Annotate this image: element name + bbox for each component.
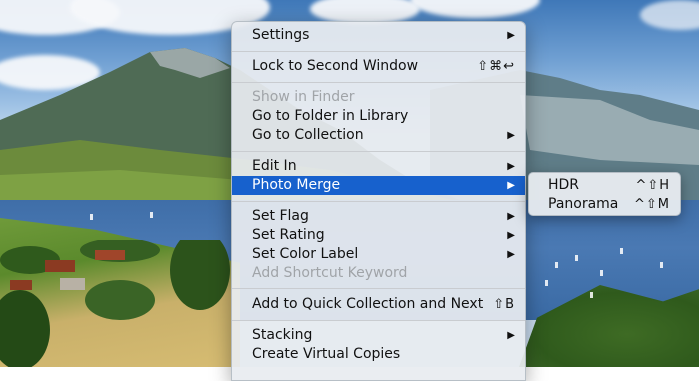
menu-item-label: Go to Folder in Library xyxy=(252,108,409,124)
menu-separator xyxy=(232,288,525,289)
menu-separator xyxy=(232,51,525,52)
menu-item-label: Create Virtual Copies xyxy=(252,346,401,362)
menu-item-lock-to-second-window[interactable]: Lock to Second Window ⇧⌘↩ xyxy=(232,57,525,76)
submenu-arrow-icon: ▶ xyxy=(507,180,515,191)
menu-item-photo-merge[interactable]: Photo Merge ▶ xyxy=(232,176,525,195)
submenu-item-shortcut: ^⇧H xyxy=(635,178,670,193)
menu-item-set-color-label[interactable]: Set Color Label ▶ xyxy=(232,245,525,264)
menu-item-shortcut: ⇧⌘↩ xyxy=(477,59,515,74)
submenu-arrow-icon: ▶ xyxy=(507,330,515,341)
menu-item-add-shortcut-keyword: Add Shortcut Keyword xyxy=(232,264,525,283)
submenu-arrow-icon: ▶ xyxy=(507,211,515,222)
menu-item-stacking[interactable]: Stacking ▶ xyxy=(232,326,525,345)
submenu-arrow-icon: ▶ xyxy=(507,230,515,241)
menu-item-label: Add Shortcut Keyword xyxy=(252,265,408,281)
submenu-item-panorama[interactable]: Panorama ^⇧M xyxy=(529,195,680,214)
menu-item-label: Set Flag xyxy=(252,208,309,224)
photo-merge-submenu: HDR ^⇧H Panorama ^⇧M xyxy=(528,172,681,216)
menu-item-add-to-quick-collection-and-next[interactable]: Add to Quick Collection and Next ⇧B xyxy=(232,295,525,314)
menu-item-label: Show in Finder xyxy=(252,89,355,105)
submenu-item-label: Panorama xyxy=(548,196,619,212)
menu-item-set-flag[interactable]: Set Flag ▶ xyxy=(232,207,525,226)
submenu-item-label: HDR xyxy=(548,177,580,193)
menu-item-label: Settings xyxy=(252,27,310,43)
menu-item-go-to-folder-in-library[interactable]: Go to Folder in Library xyxy=(232,107,525,126)
menu-item-label: Lock to Second Window xyxy=(252,58,419,74)
menu-separator xyxy=(232,82,525,83)
menu-item-label: Add to Quick Collection and Next xyxy=(252,296,484,312)
submenu-arrow-icon: ▶ xyxy=(507,161,515,172)
context-menu: Settings ▶ Lock to Second Window ⇧⌘↩ Sho… xyxy=(231,21,526,381)
menu-item-create-virtual-copies[interactable]: Create Virtual Copies xyxy=(232,345,525,364)
menu-item-label: Edit In xyxy=(252,158,297,174)
submenu-arrow-icon: ▶ xyxy=(507,130,515,141)
menu-separator xyxy=(232,151,525,152)
menu-item-label: Go to Collection xyxy=(252,127,364,143)
menu-item-label: Set Rating xyxy=(252,227,325,243)
menu-item-label: Photo Merge xyxy=(252,177,341,193)
submenu-arrow-icon: ▶ xyxy=(507,249,515,260)
menu-item-label: Set Color Label xyxy=(252,246,359,262)
submenu-arrow-icon: ▶ xyxy=(507,30,515,41)
menu-item-edit-in[interactable]: Edit In ▶ xyxy=(232,157,525,176)
menu-item-settings[interactable]: Settings ▶ xyxy=(232,26,525,45)
menu-separator xyxy=(232,320,525,321)
submenu-item-hdr[interactable]: HDR ^⇧H xyxy=(529,176,680,195)
menu-item-set-rating[interactable]: Set Rating ▶ xyxy=(232,226,525,245)
menu-item-go-to-collection[interactable]: Go to Collection ▶ xyxy=(232,126,525,145)
menu-item-shortcut: ⇧B xyxy=(493,297,515,312)
menu-item-show-in-finder: Show in Finder xyxy=(232,88,525,107)
menu-separator xyxy=(232,201,525,202)
submenu-item-shortcut: ^⇧M xyxy=(633,197,670,212)
menu-item-label: Stacking xyxy=(252,327,313,343)
